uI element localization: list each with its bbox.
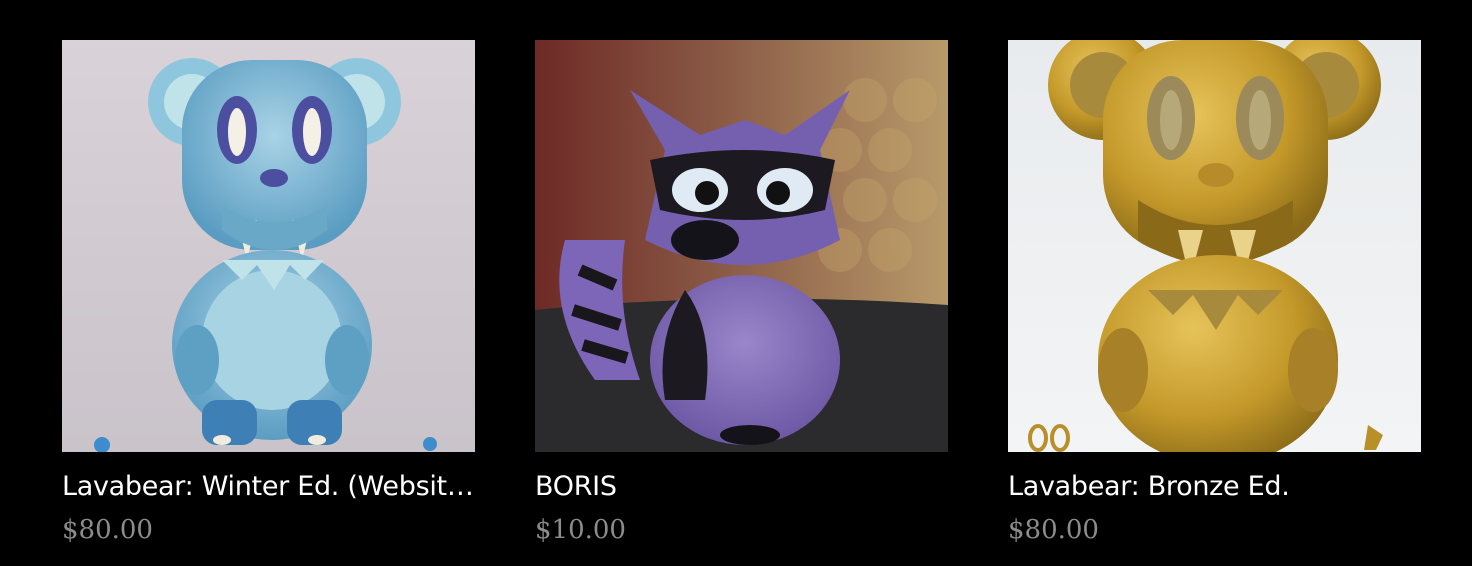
product-image[interactable] <box>535 40 948 452</box>
product-price: $80.00 <box>62 515 153 545</box>
blue-lavabear-figure-image <box>62 40 475 452</box>
product-image[interactable] <box>62 40 475 452</box>
product-card[interactable]: Lavabear: Winter Ed. (Website … $80.00 <box>62 40 475 546</box>
product-card[interactable]: Lavabear: Bronze Ed. $80.00 <box>1008 40 1421 546</box>
product-image[interactable] <box>1008 40 1421 452</box>
product-grid: Lavabear: Winter Ed. (Website … $80.00 B… <box>62 40 1421 546</box>
product-title[interactable]: BORIS <box>535 470 948 504</box>
product-price: $10.00 <box>535 515 626 545</box>
product-card[interactable]: BORIS $10.00 <box>535 40 948 546</box>
gold-lavabear-figure-image <box>1008 40 1421 452</box>
purple-raccoon-figure-image <box>535 40 948 452</box>
product-title[interactable]: Lavabear: Winter Ed. (Website … <box>62 470 475 504</box>
product-title[interactable]: Lavabear: Bronze Ed. <box>1008 470 1421 504</box>
product-price: $80.00 <box>1008 515 1099 545</box>
